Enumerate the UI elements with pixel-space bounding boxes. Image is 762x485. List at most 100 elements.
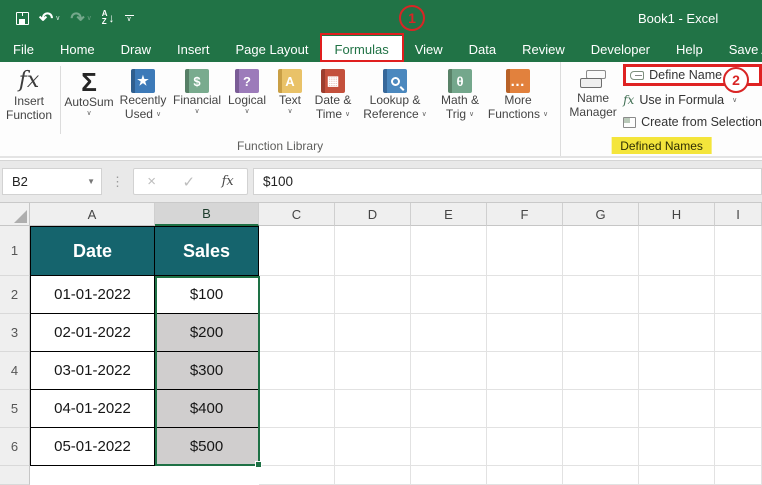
cell-f1[interactable]	[487, 226, 563, 276]
cell-h4[interactable]	[639, 352, 715, 390]
cell-e5[interactable]	[411, 390, 487, 428]
column-header-b[interactable]: B	[155, 203, 259, 226]
tab-page-layout[interactable]: Page Layout	[223, 36, 322, 62]
cell-e6[interactable]	[411, 428, 487, 466]
cell-h2[interactable]	[639, 276, 715, 314]
cell-a1-date-header[interactable]: Date	[30, 226, 155, 276]
tab-review[interactable]: Review	[509, 36, 578, 62]
cell-b6[interactable]: $500	[155, 428, 259, 466]
cell-d2[interactable]	[335, 276, 411, 314]
cell-b4[interactable]: $300	[155, 352, 259, 390]
cell-f2[interactable]	[487, 276, 563, 314]
cell-c4[interactable]	[259, 352, 335, 390]
column-header-d[interactable]: D	[335, 203, 411, 226]
row-header-7[interactable]	[0, 466, 30, 485]
cell-h1[interactable]	[639, 226, 715, 276]
cell-g2[interactable]	[563, 276, 639, 314]
cell-f6[interactable]	[487, 428, 563, 466]
cell-c5[interactable]	[259, 390, 335, 428]
use-in-formula-button[interactable]: fx Use in Formula ∨	[623, 89, 762, 111]
tab-help[interactable]: Help	[663, 36, 716, 62]
customize-toolbar-icon[interactable]: ∨	[124, 7, 134, 29]
undo-icon[interactable]: ↶ ∨	[39, 7, 60, 29]
name-box[interactable]: B2 ▼	[2, 168, 102, 195]
cell-b1-sales-header[interactable]: Sales	[155, 226, 259, 276]
cell-i7[interactable]	[715, 466, 762, 485]
tab-draw[interactable]: Draw	[108, 36, 164, 62]
cell-a4[interactable]: 03-01-2022	[30, 352, 155, 390]
cell-g3[interactable]	[563, 314, 639, 352]
cell-f3[interactable]	[487, 314, 563, 352]
cell-a6[interactable]: 05-01-2022	[30, 428, 155, 466]
cell-g7[interactable]	[563, 466, 639, 485]
save-icon[interactable]	[16, 7, 29, 29]
row-header-3[interactable]: 3	[0, 314, 30, 352]
cell-a7[interactable]	[30, 466, 155, 485]
cell-d7[interactable]	[335, 466, 411, 485]
tab-data[interactable]: Data	[456, 36, 509, 62]
cell-e3[interactable]	[411, 314, 487, 352]
cell-c7[interactable]	[259, 466, 335, 485]
insert-function-fx-icon[interactable]: fx	[222, 174, 234, 189]
cell-f4[interactable]	[487, 352, 563, 390]
column-header-c[interactable]: C	[259, 203, 335, 226]
tab-developer[interactable]: Developer	[578, 36, 663, 62]
cell-f7[interactable]	[487, 466, 563, 485]
cell-a2[interactable]: 01-01-2022	[30, 276, 155, 314]
sort-ascending-icon[interactable]: AZ ↓	[102, 7, 115, 29]
cell-h7[interactable]	[639, 466, 715, 485]
cell-i3[interactable]	[715, 314, 762, 352]
row-header-1[interactable]: 1	[0, 226, 30, 276]
cell-d1[interactable]	[335, 226, 411, 276]
column-header-f[interactable]: F	[487, 203, 563, 226]
cell-i6[interactable]	[715, 428, 762, 466]
cell-g6[interactable]	[563, 428, 639, 466]
cell-d4[interactable]	[335, 352, 411, 390]
select-all-corner[interactable]	[0, 203, 30, 226]
cell-a3[interactable]: 02-01-2022	[30, 314, 155, 352]
cell-b7[interactable]	[155, 466, 259, 485]
cell-d5[interactable]	[335, 390, 411, 428]
name-box-dropdown-icon[interactable]: ▼	[87, 177, 95, 186]
row-header-6[interactable]: 6	[0, 428, 30, 466]
row-header-2[interactable]: 2	[0, 276, 30, 314]
cell-i5[interactable]	[715, 390, 762, 428]
cell-e4[interactable]	[411, 352, 487, 390]
tab-save-as[interactable]: Save As	[716, 36, 762, 62]
cell-h3[interactable]	[639, 314, 715, 352]
cell-i4[interactable]	[715, 352, 762, 390]
tab-file[interactable]: File	[0, 36, 47, 62]
cell-b3[interactable]: $200	[155, 314, 259, 352]
tab-home[interactable]: Home	[47, 36, 108, 62]
tab-insert[interactable]: Insert	[164, 36, 223, 62]
enter-icon[interactable]: ✓	[183, 173, 196, 191]
cancel-icon[interactable]: ×	[147, 173, 156, 190]
cell-e7[interactable]	[411, 466, 487, 485]
column-header-h[interactable]: H	[639, 203, 715, 226]
cell-i1[interactable]	[715, 226, 762, 276]
formula-input[interactable]: $100	[253, 168, 762, 195]
cell-d6[interactable]	[335, 428, 411, 466]
column-header-i[interactable]: I	[715, 203, 762, 226]
cell-c2[interactable]	[259, 276, 335, 314]
tab-formulas[interactable]: Formulas	[319, 33, 404, 62]
cell-h5[interactable]	[639, 390, 715, 428]
cell-f5[interactable]	[487, 390, 563, 428]
cell-b5[interactable]: $400	[155, 390, 259, 428]
cell-h6[interactable]	[639, 428, 715, 466]
cell-e1[interactable]	[411, 226, 487, 276]
cell-g5[interactable]	[563, 390, 639, 428]
cell-b2-active[interactable]: $100	[155, 276, 259, 314]
cell-c6[interactable]	[259, 428, 335, 466]
create-from-selection-button[interactable]: Create from Selection	[623, 111, 762, 133]
undo-dropdown-icon[interactable]: ∨	[55, 14, 60, 22]
cell-e2[interactable]	[411, 276, 487, 314]
column-header-g[interactable]: G	[563, 203, 639, 226]
row-header-4[interactable]: 4	[0, 352, 30, 390]
tab-view[interactable]: View	[402, 36, 456, 62]
cell-c3[interactable]	[259, 314, 335, 352]
column-header-a[interactable]: A	[30, 203, 155, 226]
cell-g1[interactable]	[563, 226, 639, 276]
cell-g4[interactable]	[563, 352, 639, 390]
cell-c1[interactable]	[259, 226, 335, 276]
